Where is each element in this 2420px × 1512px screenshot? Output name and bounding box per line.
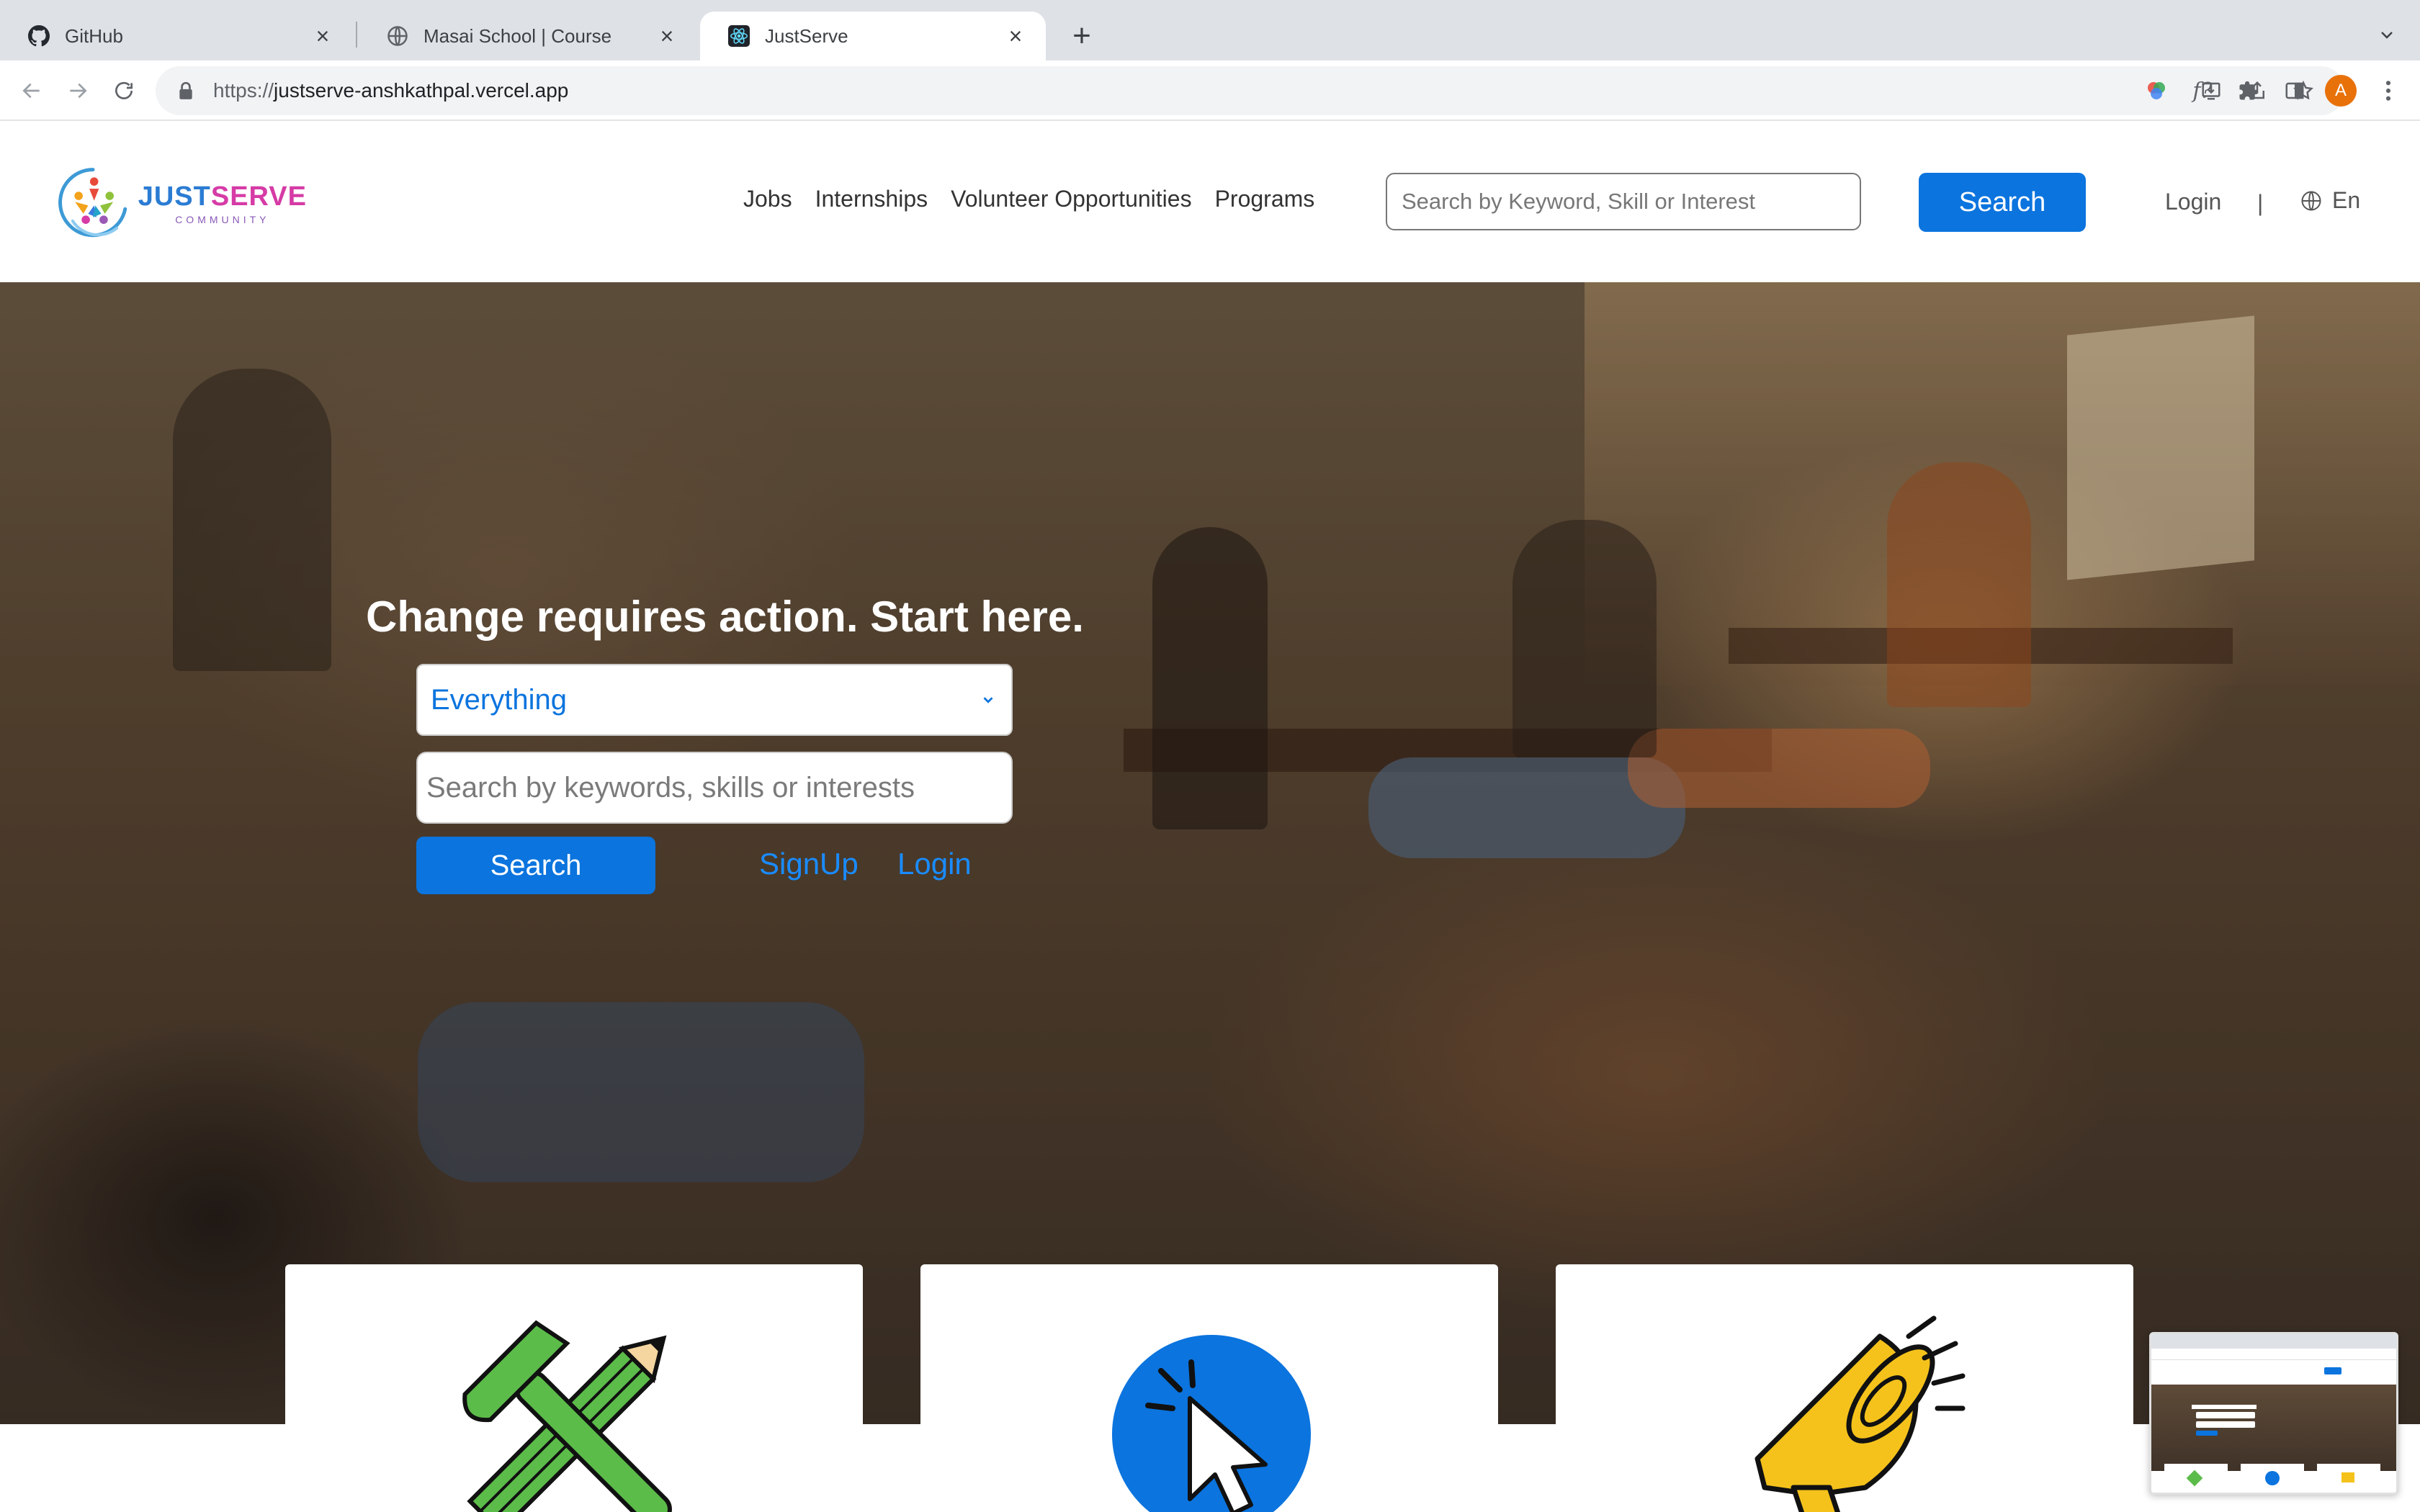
chevron-down-icon (978, 690, 998, 710)
hero-section: Change requires action. Start here. Ever… (0, 282, 2420, 1424)
browser-toolbar: https://justserve-anshkathpal.vercel.app… (0, 60, 2420, 121)
megaphone-icon (1754, 1315, 1966, 1512)
hammer-pencil-icon (462, 1320, 672, 1512)
more-menu-icon[interactable] (2372, 75, 2404, 107)
hero-search-button[interactable]: Search (416, 837, 655, 894)
close-icon[interactable]: × (1003, 23, 1028, 49)
side-panel-icon[interactable] (2279, 75, 2311, 107)
react-icon (727, 24, 750, 48)
tab-label: JustServe (765, 24, 848, 47)
nav-jobs[interactable]: Jobs (743, 186, 792, 212)
chevron-down-icon[interactable] (2374, 22, 2400, 48)
font-extension-icon[interactable]: f? (2187, 75, 2218, 107)
header-divider: | (2257, 190, 2264, 216)
close-icon[interactable]: × (654, 23, 680, 49)
feature-card-tools[interactable] (285, 1264, 863, 1512)
extensions-puzzle-icon[interactable] (2233, 75, 2264, 107)
logo-brand-text: JUSTSERVE (138, 181, 307, 212)
tab-label: GitHub (65, 24, 123, 47)
signup-link[interactable]: SignUp (759, 847, 859, 881)
feature-card-apply[interactable] (920, 1264, 1498, 1512)
tab-justserve[interactable]: JustServe × (700, 12, 1046, 60)
logo-mark-icon (58, 168, 127, 238)
nav-internships[interactable]: Internships (815, 186, 928, 212)
github-icon (27, 24, 50, 48)
browser-tab-strip: GitHub × Masai School | Course × JustSer… (0, 0, 2420, 60)
tab-separator (356, 22, 357, 48)
address-bar[interactable]: https://justserve-anshkathpal.vercel.app (156, 66, 2345, 115)
hero-keyword-input[interactable] (416, 752, 1013, 824)
url-text: https://justserve-anshkathpal.vercel.app (213, 79, 569, 102)
main-nav: Jobs Internships Volunteer Opportunities… (743, 186, 1314, 212)
cursor-click-icon (1112, 1335, 1311, 1512)
nav-volunteer-opportunities[interactable]: Volunteer Opportunities (951, 186, 1191, 212)
globe-icon (2301, 191, 2321, 210)
screenshot-thumbnail[interactable] (2149, 1332, 2398, 1495)
color-picker-extension-icon[interactable] (2141, 75, 2172, 107)
feature-card-announce[interactable] (1556, 1264, 2133, 1512)
hero-title: Change requires action. Start here. (366, 593, 1084, 641)
logo-subtitle: COMMUNITY (175, 213, 270, 225)
justserve-logo[interactable]: JUSTSERVE COMMUNITY (55, 154, 307, 252)
reload-icon[interactable] (108, 75, 140, 107)
globe-icon (386, 24, 409, 48)
tab-label: Masai School | Course (424, 24, 612, 47)
close-icon[interactable]: × (310, 23, 336, 49)
header-login-link[interactable]: Login (2165, 189, 2221, 215)
category-select[interactable]: Everything (416, 664, 1013, 736)
language-label: En (2332, 187, 2361, 213)
language-selector[interactable]: En (2300, 187, 2360, 214)
hero-overlay (0, 282, 2420, 1424)
header-search-button[interactable]: Search (1919, 173, 2086, 232)
header-search-input[interactable] (1386, 173, 1861, 230)
lock-icon[interactable] (176, 81, 196, 101)
new-tab-icon[interactable]: + (1065, 18, 1099, 53)
profile-avatar[interactable]: A (2325, 75, 2357, 107)
back-icon[interactable] (16, 75, 48, 107)
forward-icon[interactable] (62, 75, 94, 107)
hero-login-link[interactable]: Login (897, 847, 972, 881)
site-header: JUSTSERVE COMMUNITY Jobs Internships Vol… (0, 122, 2420, 282)
category-select-value: Everything (431, 683, 567, 716)
nav-programs[interactable]: Programs (1215, 186, 1315, 212)
tab-github[interactable]: GitHub × (0, 12, 353, 60)
tab-masai-school[interactable]: Masai School | Course × (359, 12, 697, 60)
